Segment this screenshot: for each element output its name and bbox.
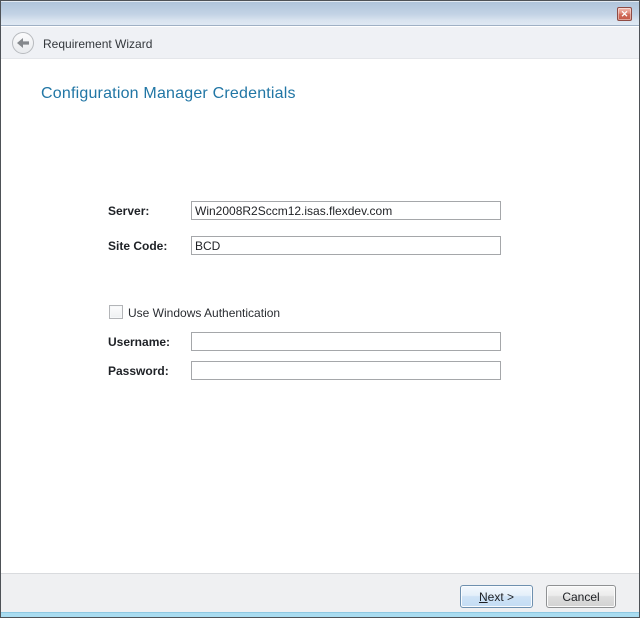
next-button-mnemonic: N	[479, 590, 488, 604]
window-bottom-edge	[1, 612, 639, 617]
close-icon: ✕	[621, 9, 629, 19]
server-label: Server:	[108, 204, 149, 218]
username-input[interactable]	[191, 332, 501, 351]
cancel-button[interactable]: Cancel	[546, 585, 616, 608]
windows-auth-checkbox[interactable]	[109, 305, 123, 319]
username-label: Username:	[108, 335, 170, 349]
close-button[interactable]: ✕	[617, 7, 632, 21]
content-area: Configuration Manager Credentials Server…	[1, 60, 639, 572]
page-title: Configuration Manager Credentials	[41, 85, 296, 103]
password-label: Password:	[108, 364, 169, 378]
cancel-button-label: Cancel	[562, 590, 599, 604]
wizard-header: Requirement Wizard	[1, 27, 639, 59]
next-button[interactable]: Next >	[460, 585, 533, 608]
back-button[interactable]	[12, 32, 34, 54]
server-input[interactable]	[191, 201, 501, 220]
site-code-label: Site Code:	[108, 239, 167, 253]
footer: Next > Cancel	[1, 573, 639, 613]
next-button-label: ext >	[488, 590, 514, 604]
wizard-window: ✕ Requirement Wizard Configuration Manag…	[0, 0, 640, 618]
password-input[interactable]	[191, 361, 501, 380]
windows-auth-label: Use Windows Authentication	[128, 306, 280, 320]
site-code-input[interactable]	[191, 236, 501, 255]
wizard-title: Requirement Wizard	[43, 37, 152, 51]
back-arrow-icon	[17, 38, 29, 48]
titlebar: ✕	[1, 1, 639, 26]
